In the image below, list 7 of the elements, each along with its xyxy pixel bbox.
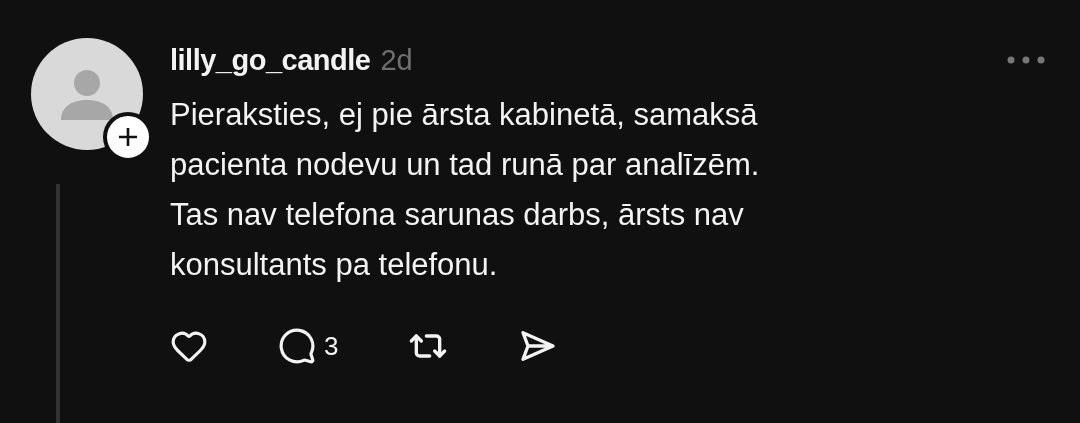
- more-icon[interactable]: [1006, 55, 1046, 65]
- post-text: Pieraksties, ej pie ārsta kabinetā, samaksā pacienta nodevu un tad runā par analīzēm. Tas nav telefona sarunas darbs, ārsts nav konsultants pa telefonu.: [170, 96, 761, 284]
- post-time: 2d: [380, 43, 413, 77]
- comment-icon: [278, 327, 316, 365]
- username[interactable]: lilly_go_candle: [170, 43, 371, 77]
- reply-button[interactable]: 3: [278, 327, 339, 365]
- plus-icon: [117, 126, 139, 148]
